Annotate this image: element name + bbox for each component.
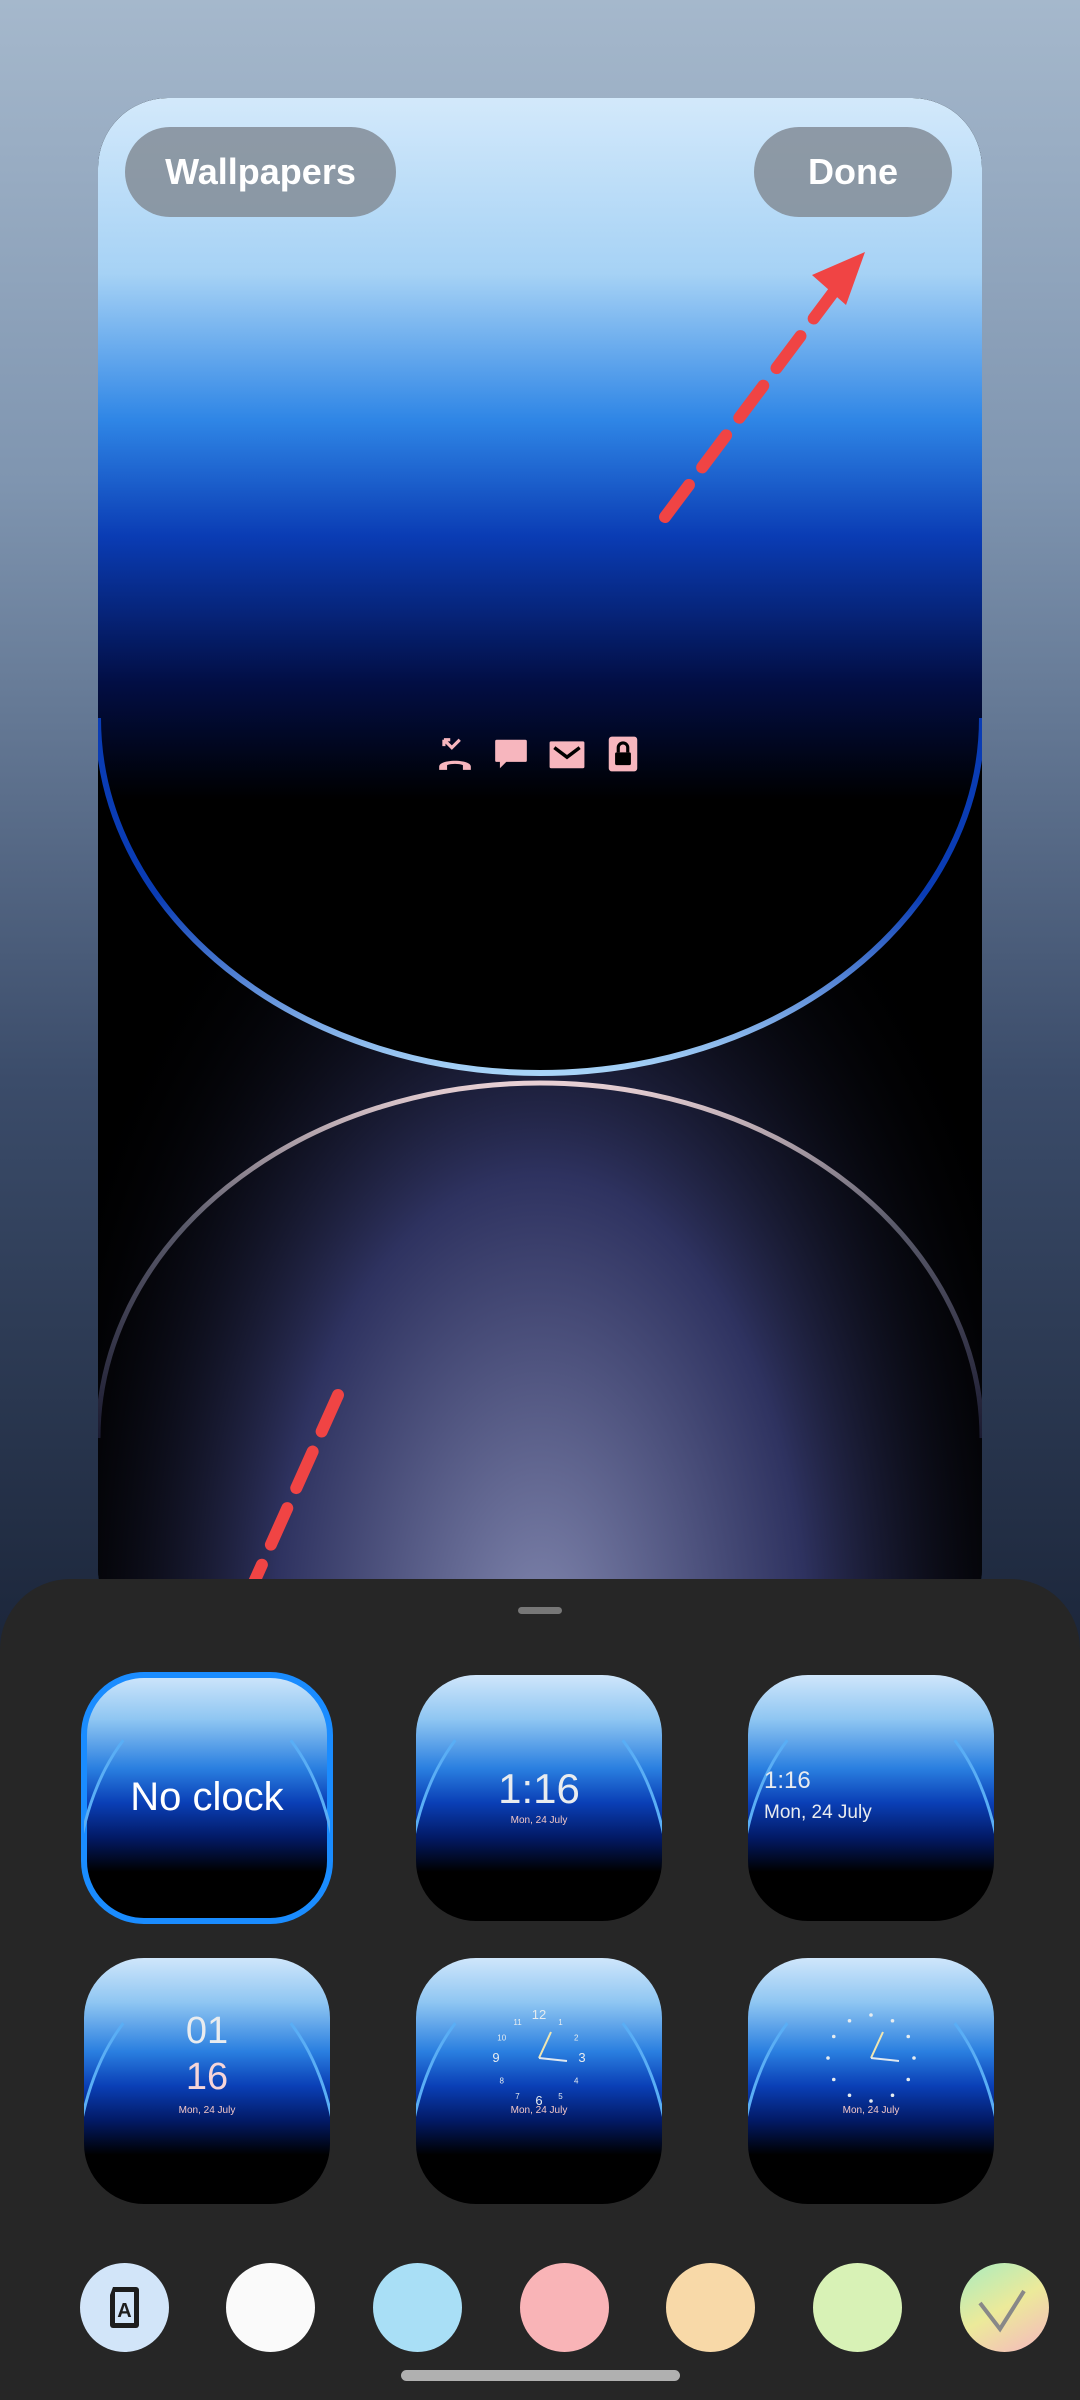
clock-time: 1:16 [498,1765,580,1812]
home-indicator[interactable] [401,2370,680,2381]
analog-clock: 123456789101112 [492,2007,585,2108]
done-button[interactable]: Done [754,127,952,217]
mail-icon [549,741,585,769]
auto-color-icon: A [110,2287,139,2328]
clock-tick [847,2018,852,2023]
clock-style-none[interactable]: No clock [81,1672,333,1924]
clock-numeral: 8 [500,2077,505,2086]
no-clock-label: No clock [130,1775,284,1819]
minute-hand [870,2057,900,2062]
clock-numeral: 4 [574,2077,579,2086]
clock-numeral: 7 [515,2092,520,2101]
lockscreen-preview [98,98,982,1638]
clock-time: 1:16 [764,1767,811,1794]
clock-tick [847,2093,852,2098]
minute-hand [538,2057,568,2062]
color-auto-button[interactable]: A [80,2263,169,2352]
wallpapers-button[interactable]: Wallpapers [125,127,396,217]
hour-hand [870,2031,884,2059]
svg-text:A: A [117,2300,131,2322]
clock-numeral: 1 [558,2018,563,2027]
color-swatch-pink[interactable] [520,2263,609,2352]
clock-numeral: 11 [513,2018,522,2027]
clock-hour: 01 [185,2010,229,2052]
clock-numeral: 5 [558,2092,563,2101]
wallpaper [98,98,982,1638]
clock-numeral: 10 [497,2034,506,2043]
clock-tick [906,2034,911,2039]
clock-date: Mon, 24 July [178,2105,236,2116]
color-swatch-blue[interactable] [373,2263,462,2352]
color-swatch-green[interactable] [813,2263,902,2352]
clock-tick [831,2077,836,2082]
clock-date: Mon, 24 July [510,1815,568,1826]
clock-tick [890,2018,895,2023]
clock-style-stacked[interactable]: 01 16 Mon, 24 July [84,1958,330,2204]
color-custom-button[interactable] [960,2263,1049,2352]
analog-clock [826,2013,916,2103]
clock-tick [826,2056,830,2060]
clock-tick [912,2056,916,2060]
clock-numeral: 12 [532,2007,546,2022]
notification-icons [436,735,642,773]
clock-numeral: 2 [574,2034,579,2043]
clock-minute: 16 [185,2056,229,2098]
message-icon [495,739,527,769]
clock-style-digital-center[interactable]: 1:16 Mon, 24 July [416,1675,662,1921]
clock-tick [906,2077,911,2082]
clock-tick [831,2034,836,2039]
hour-hand [538,2031,552,2059]
clock-style-digital-left[interactable]: 1:16 Mon, 24 July [748,1675,994,1921]
checkmark-icon [978,2289,1026,2333]
clock-style-analog-numerals[interactable]: 1 2 3 4 5 6 7 8 9 10 11 12 Mon, 24 July [416,1958,662,2204]
color-swatch-white[interactable] [226,2263,315,2352]
clock-style-analog-dots[interactable]: Mon, 24 July [748,1958,994,2204]
drag-handle[interactable] [518,1607,562,1614]
clock-tick [890,2093,895,2098]
clock-date: Mon, 24 July [842,2105,900,2116]
clock-numeral: 3 [578,2050,585,2065]
clock-tick [869,2013,873,2017]
clock-numeral: 9 [492,2050,499,2065]
clock-date: Mon, 24 July [764,1802,872,1823]
lock-icon [608,736,638,772]
clock-tick [869,2099,873,2103]
color-swatch-orange[interactable] [666,2263,755,2352]
missed-call-icon [439,738,471,770]
clock-date: Mon, 24 July [510,2105,568,2116]
